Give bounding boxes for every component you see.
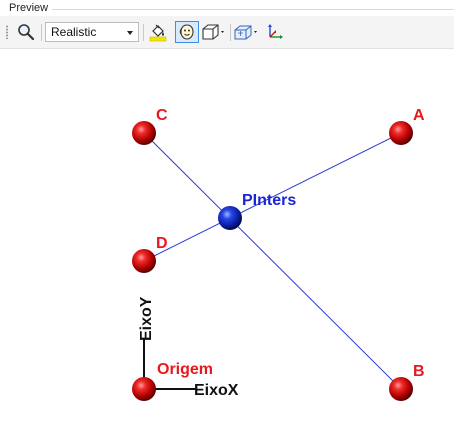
connector-line-c-b <box>143 132 402 390</box>
panel-title: Preview <box>9 2 49 14</box>
toolbar-grip[interactable] <box>6 25 8 39</box>
chevron-down-icon <box>254 31 257 33</box>
label-d: D <box>156 235 168 252</box>
point-d[interactable] <box>132 249 156 273</box>
magnifier-icon <box>18 24 35 41</box>
3d-viewport[interactable]: C A D PInters B Origem EixoX EixoY <box>0 49 454 425</box>
preview-toolbar: Realistic <box>0 16 454 49</box>
point-origin[interactable] <box>132 377 156 401</box>
face-view-button[interactable] <box>175 21 199 43</box>
point-center[interactable] <box>218 206 242 230</box>
axes-icon <box>268 24 283 39</box>
toolbar-separator <box>41 24 42 41</box>
label-a: A <box>413 107 425 124</box>
label-y-axis: EixoY <box>138 296 155 341</box>
label-c: C <box>156 107 168 124</box>
zoom-button[interactable] <box>14 21 38 43</box>
box-icon <box>202 24 224 40</box>
toolbar-separator <box>230 24 231 41</box>
title-divider <box>52 9 454 10</box>
view-cube-button[interactable] <box>233 21 261 43</box>
label-x-axis: EixoX <box>194 382 239 399</box>
scene-canvas[interactable]: C A D PInters B Origem EixoX EixoY <box>0 49 454 425</box>
point-b[interactable] <box>389 377 413 401</box>
toolbar-separator <box>143 24 144 41</box>
box-view-button[interactable] <box>201 21 227 43</box>
label-center: PInters <box>242 192 296 209</box>
render-mode-value: Realistic <box>51 25 97 39</box>
fill-color-button[interactable] <box>146 21 170 43</box>
chevron-down-icon <box>221 31 224 33</box>
chevron-down-icon <box>127 31 133 35</box>
label-origin: Origem <box>157 361 213 378</box>
label-b: B <box>413 363 425 380</box>
preview-panel: Preview Realistic C A D PInters B Origem… <box>0 0 454 425</box>
face-icon <box>179 24 194 40</box>
axes-button[interactable] <box>263 21 287 43</box>
paint-bucket-icon <box>149 24 167 42</box>
render-mode-select[interactable]: Realistic <box>45 22 139 42</box>
point-a[interactable] <box>389 121 413 145</box>
point-c[interactable] <box>132 121 156 145</box>
view-cube-icon <box>234 25 257 40</box>
